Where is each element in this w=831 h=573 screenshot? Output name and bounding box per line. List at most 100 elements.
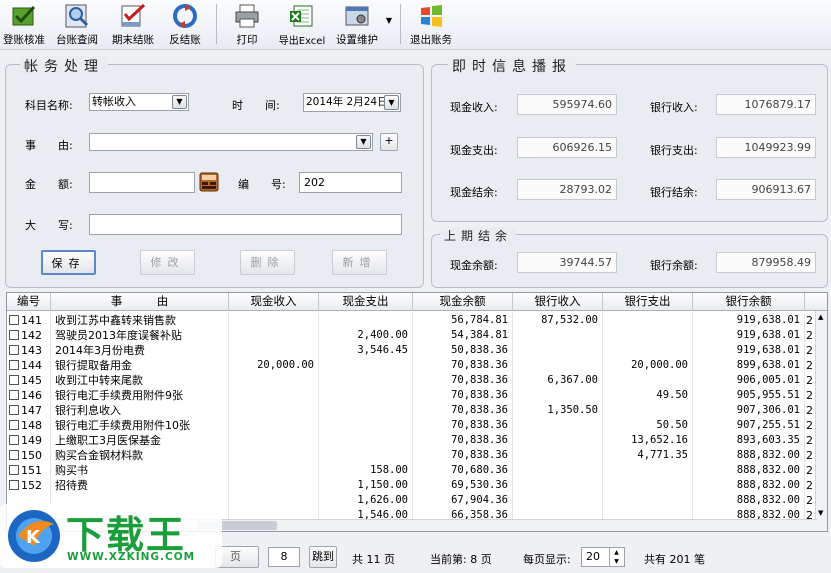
number-value: 202	[304, 176, 325, 189]
column-header[interactable]: 现金支出	[319, 293, 413, 311]
row-checkbox[interactable]	[9, 480, 19, 490]
chevron-down-icon[interactable]: ▼	[384, 95, 399, 110]
cell-bank-out	[603, 343, 693, 358]
table-row[interactable]: 143 2014年3月份电费 3,546.45 50,838.36 919,638.01…	[7, 343, 817, 358]
cell-bank-out: 50.50	[603, 418, 693, 433]
cell-cash-out: 1,626.00	[319, 493, 413, 508]
row-checkbox[interactable]	[9, 465, 19, 475]
save-button[interactable]: 保存	[41, 250, 96, 275]
row-id-cell: 150	[7, 448, 51, 463]
table-row[interactable]: 141 收到江苏中鑫转来销售款 56,784.81 87,532.00 919,638.…	[7, 313, 817, 328]
row-checkbox[interactable]	[9, 330, 19, 340]
vertical-scrollbar[interactable]: ▲ ▼	[815, 311, 827, 531]
scroll-up-icon[interactable]: ▲	[818, 313, 823, 321]
cash-balance-label: 现金结余:	[450, 186, 498, 199]
subject-value: 转帐收入	[92, 95, 136, 108]
table-row[interactable]: 150 购买合金钢材料款 70,838.36 4,771.35 888,832.00 2	[7, 448, 817, 463]
column-header[interactable]: 银行余额	[693, 293, 805, 311]
ledger-lookup-button[interactable]: 台账查阅	[54, 2, 100, 48]
subject-select[interactable]: 转帐收入 ▼	[89, 93, 189, 111]
settings-dropdown-arrow[interactable]: ▼	[384, 16, 394, 26]
cell-bank-in	[513, 388, 603, 403]
row-checkbox[interactable]	[9, 315, 19, 325]
date-picker[interactable]: 2014年 2月24日 ▼	[303, 93, 401, 112]
column-header[interactable]: 银行收入	[513, 293, 603, 311]
capital-input[interactable]	[89, 214, 402, 235]
cell-cash-out	[319, 448, 413, 463]
row-checkbox[interactable]	[9, 375, 19, 385]
table-row[interactable]: 149 上缴职工3月医保基金 70,838.36 13,652.16 893,603.3…	[7, 433, 817, 448]
row-checkbox[interactable]	[9, 435, 19, 445]
chevron-down-icon[interactable]: ▼	[356, 135, 371, 149]
row-checkbox[interactable]	[9, 390, 19, 400]
cell-cash-bal: 70,838.36	[413, 388, 513, 403]
column-header[interactable]: 现金余额	[413, 293, 513, 311]
stepper-down-icon[interactable]: ▼	[609, 557, 623, 566]
cell-cash-in	[229, 478, 319, 493]
table-row[interactable]: 147 银行利息收入 70,838.36 1,350.50 907,306.01 2	[7, 403, 817, 418]
per-page-stepper[interactable]: 20 ▲ ▼	[581, 547, 625, 567]
table-row[interactable]: 142 驾驶员2013年度误餐补贴 2,400.00 54,384.81 919,638…	[7, 328, 817, 343]
row-checkbox[interactable]	[9, 405, 19, 415]
row-id-cell: 143	[7, 343, 51, 358]
period-close-button[interactable]: 期末结账	[110, 2, 156, 48]
last-bank-label: 银行余额:	[650, 259, 698, 272]
table-row[interactable]: 144 银行提取备用金 20,000.00 70,838.36 20,000.00 899…	[7, 358, 817, 373]
cell-bank-bal: 888,832.00	[693, 463, 805, 478]
modify-button[interactable]: 修改	[140, 250, 195, 275]
column-header[interactable]: 编号	[7, 293, 51, 311]
row-checkbox[interactable]	[9, 420, 19, 430]
cell-cash-in	[229, 328, 319, 343]
column-header[interactable]: 现金收入	[229, 293, 319, 311]
number-input[interactable]: 202	[299, 172, 402, 193]
table-row[interactable]: 151 购买书 158.00 70,680.36 888,832.00 2	[7, 463, 817, 478]
row-checkbox[interactable]	[9, 345, 19, 355]
cell-cash-out	[319, 403, 413, 418]
exit-button[interactable]: 退出账务	[408, 2, 454, 48]
row-checkbox[interactable]	[9, 450, 19, 460]
row-checkbox[interactable]	[9, 360, 19, 370]
cell-bank-bal: 907,255.51	[693, 418, 805, 433]
print-button[interactable]: 打印	[230, 2, 264, 48]
chevron-down-icon[interactable]: ▼	[172, 95, 187, 109]
current-page: 当前第: 8 页	[430, 553, 492, 566]
event-select[interactable]: ▼	[89, 133, 373, 151]
cell-cash-bal: 69,530.36	[413, 478, 513, 493]
jump-button[interactable]: 跳到	[309, 546, 337, 568]
cell-event: 招待费	[51, 478, 229, 493]
column-header[interactable]: 事 由	[51, 293, 229, 311]
cash-income-value: 595974.60	[517, 94, 617, 115]
amount-input[interactable]	[89, 172, 195, 193]
cell-bank-bal: 919,638.01	[693, 328, 805, 343]
last-period-title: 上期结余	[440, 227, 517, 244]
table-row[interactable]: 148 银行电汇手续费用附件10张 70,838.36 50.50 907,255.51…	[7, 418, 817, 433]
prev-page-label: 页	[230, 550, 244, 563]
table-row[interactable]: 152 招待费 1,150.00 69,530.36 888,832.00 2	[7, 478, 817, 493]
delete-button[interactable]: 删除	[240, 250, 295, 275]
column-header-overflow[interactable]	[805, 293, 817, 311]
last-period-panel: 上期结余 现金余额: 39744.57 银行余额: 879958.49	[431, 227, 828, 288]
row-id: 145	[21, 374, 42, 387]
cell-cash-out: 3,546.45	[319, 343, 413, 358]
table-row[interactable]: 145 收到江中转来尾款 70,838.36 6,367.00 906,005.01 2	[7, 373, 817, 388]
stepper-up-icon[interactable]: ▲	[609, 548, 623, 557]
total-pages: 共 11 页	[352, 553, 395, 566]
add-event-button[interactable]: +	[380, 133, 398, 151]
page-input[interactable]: 8	[268, 547, 300, 567]
excel-icon	[290, 5, 313, 27]
cell-cash-out	[319, 373, 413, 388]
cell-cash-in	[229, 373, 319, 388]
scroll-down-icon[interactable]: ▼	[818, 509, 823, 517]
settings-button[interactable]: 设置维护	[334, 2, 380, 48]
cell-bank-in	[513, 478, 603, 493]
bank-income-value: 1076879.17	[716, 94, 816, 115]
calculator-icon[interactable]	[199, 172, 219, 192]
new-button[interactable]: 新增	[332, 250, 387, 275]
table-row[interactable]: 146 银行电汇手续费用附件9张 70,838.36 49.50 905,955.51 2	[7, 388, 817, 403]
column-header[interactable]: 银行支出	[603, 293, 693, 311]
approve-button[interactable]: 登账核准	[2, 2, 46, 48]
print-label: 打印	[236, 34, 258, 46]
reverse-close-button[interactable]: 反结账	[166, 2, 204, 48]
export-excel-button[interactable]: 导出Excel	[276, 2, 328, 48]
windows-exit-icon	[421, 5, 442, 27]
